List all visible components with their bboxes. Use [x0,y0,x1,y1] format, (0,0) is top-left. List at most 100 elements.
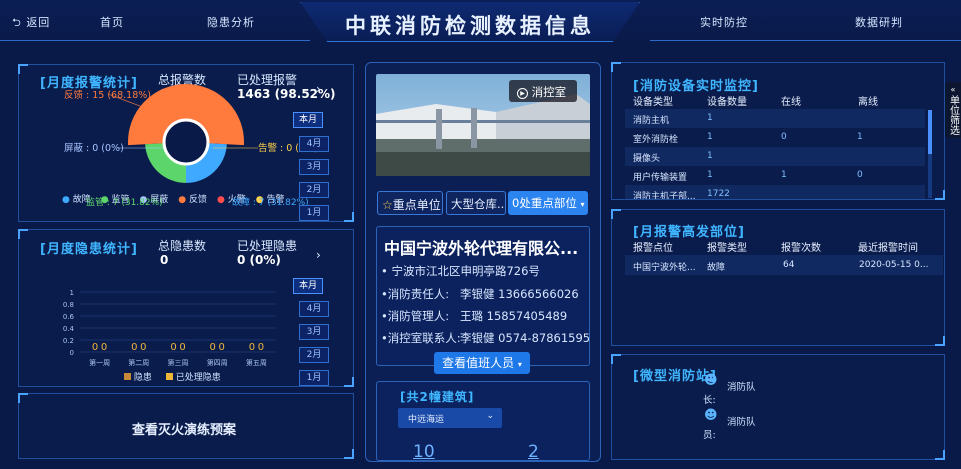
panel-corner [611,354,621,364]
page-title: 中联消防检测数据信息 [345,14,595,38]
legend-hazard: 隐患 [124,370,152,383]
alarm-month-2[interactable]: 2月 [299,182,329,198]
building-stat-2[interactable]: 2 [528,442,539,462]
panel-corner [18,393,28,403]
device-monitor-title: [消防设备实时监控] [633,79,759,94]
bar-value-label: 0 [140,342,146,353]
feedback-label: 反馈 : 15 (68.18%) [64,90,151,101]
pie-center-ring [162,118,210,166]
table-row[interactable]: 室外消防栓 1 0 1 [625,128,925,147]
panel-corner [611,62,621,72]
bar-value-label: 0 [131,342,137,353]
supervise-overlay-label: 监管 : 7 (31.82%) [86,198,163,208]
panel-corner [935,336,945,346]
bar-value-label: 0 [249,342,255,353]
shield-label: 屏蔽 : 0 (0%) [64,143,124,154]
tab-key-unit[interactable]: ☆重点单位 [377,191,443,215]
hazard-month-2[interactable]: 2月 [299,347,329,363]
drill-plan-button[interactable]: 查看灭火演练预案 [132,419,236,438]
legend-handled-hazard: 已处理隐患 [165,370,221,383]
fault-overlay-label: 故障 : 7 (31.82%) [232,198,309,208]
x-tick-label: 第三周 [168,358,189,367]
panel-corner [611,209,621,219]
table-row[interactable]: 消防主机 1 [625,109,925,128]
tab-warehouse[interactable]: 大型仓库... [446,191,506,215]
chevron-right-icon[interactable]: › [316,248,321,262]
handled-hazard-label: 已处理隐患 [237,239,298,253]
alarm-month-current[interactable]: 本月 [293,112,323,128]
buildings-title: [共2幢建筑] [400,390,475,404]
panel-corner [935,190,945,200]
table-row[interactable]: 中国宁波外轮... 故障 64 2020-05-15 0... [625,255,943,275]
hazard-bar-chart: 10.80.60.40.20第一周0 0第二周0 0第三周0 0第四周0 0第五周0 0 [63,289,276,367]
table-row[interactable]: 消防主机子部... 1722 [625,185,925,199]
panel-corner [18,229,28,239]
bar-value-label: 0 [210,342,216,353]
y-tick-label: 0.4 [63,325,75,333]
firefighter-icon: ☻ [704,408,718,423]
x-tick-label: 第四周 [207,358,228,367]
building-select[interactable]: 中远海运 ⌄ [398,408,502,428]
play-icon: ▶ [517,88,528,99]
nav-data-research[interactable]: 数据研判 [855,14,903,30]
star-icon: ☆ [382,198,393,212]
bar-value-label: 0 [179,342,185,353]
tab-key-area-dropdown[interactable]: 0处重点部位 ▾ [508,191,588,215]
nav-home[interactable]: 首页 [100,14,124,30]
y-tick-label: 0.2 [63,337,74,345]
hazard-month-1[interactable]: 1月 [299,370,329,386]
fire-manager: •消防管理人: [381,309,450,323]
legend-feedback: ● 反馈 [178,195,207,205]
unit-filter-side-tab[interactable]: «单位筛选 [945,82,961,138]
col-offline: 离线 [858,97,878,108]
nav-realtime[interactable]: 实时防控 [700,14,748,30]
company-name: 中国宁波外轮代理有限公... [384,239,579,258]
bar-value-label: 0 [258,342,264,353]
control-room-button[interactable]: ▶ 消控室 [509,80,577,102]
alarm-month-1[interactable]: 1月 [299,205,329,221]
x-tick-label: 第五周 [246,358,267,367]
x-tick-label: 第二周 [128,358,149,367]
col-alarm-count: 报警次数 [781,243,821,254]
alarm-month-3[interactable]: 3月 [299,159,329,175]
y-tick-label: 0.8 [63,301,74,309]
nav-divider-left [0,40,310,41]
control-room-contact-value: 李银健 0574-87861595 [460,331,591,345]
hazard-legend: 隐患 已处理隐患 [124,370,221,383]
bar-value-label: 0 [219,342,225,353]
total-hazard-label: 总隐患数 [158,239,207,253]
x-tick-label: 第一周 [89,358,110,367]
caret-down-icon: ▾ [517,360,522,369]
scrollbar-thumb[interactable] [928,110,932,154]
back-icon: ⮌ [12,16,22,29]
table-row[interactable]: 摄像头 1 [625,147,925,166]
alarm-hotspot-title: [月报警高发部位] [633,225,745,240]
nav-hazard-analysis[interactable]: 隐患分析 [207,14,255,30]
panel-corner [344,449,354,459]
y-tick-label: 1 [70,289,74,297]
y-tick-label: 0.6 [63,313,75,321]
panel-corner [344,377,354,387]
y-tick-label: 0 [70,349,74,357]
chevron-left-icon: « [950,85,956,94]
hazard-month-4[interactable]: 4月 [299,301,329,317]
fire-manager-value: 王璐 15857405489 [460,309,568,323]
hazard-month-3[interactable]: 3月 [299,324,329,340]
alarm-month-4[interactable]: 4月 [299,136,329,152]
table-row[interactable]: 用户传输装置 1 1 0 [625,166,925,185]
view-duty-staff-button[interactable]: 查看值班人员 ▾ [434,352,530,374]
col-online: 在线 [781,97,801,108]
panel-corner [935,450,945,460]
back-button[interactable]: ⮌ 返回 [12,14,50,33]
caret-down-icon: ▾ [580,200,585,209]
building-stat-1[interactable]: 10 [413,442,435,462]
total-hazard-value: 0 [160,253,169,267]
device-table-scrollbar[interactable] [928,110,932,198]
fire-responsible-value: 李银健 13666566026 [460,287,579,301]
bar-value-label: 0 [92,342,98,353]
team-member-suffix: 员: [703,430,716,441]
hazard-month-current[interactable]: 本月 [293,278,323,294]
control-room-contact: •消控室联系人: [381,331,461,345]
col-device-type: 设备类型 [633,97,673,108]
col-last-alarm-time: 最近报警时间 [858,243,918,254]
